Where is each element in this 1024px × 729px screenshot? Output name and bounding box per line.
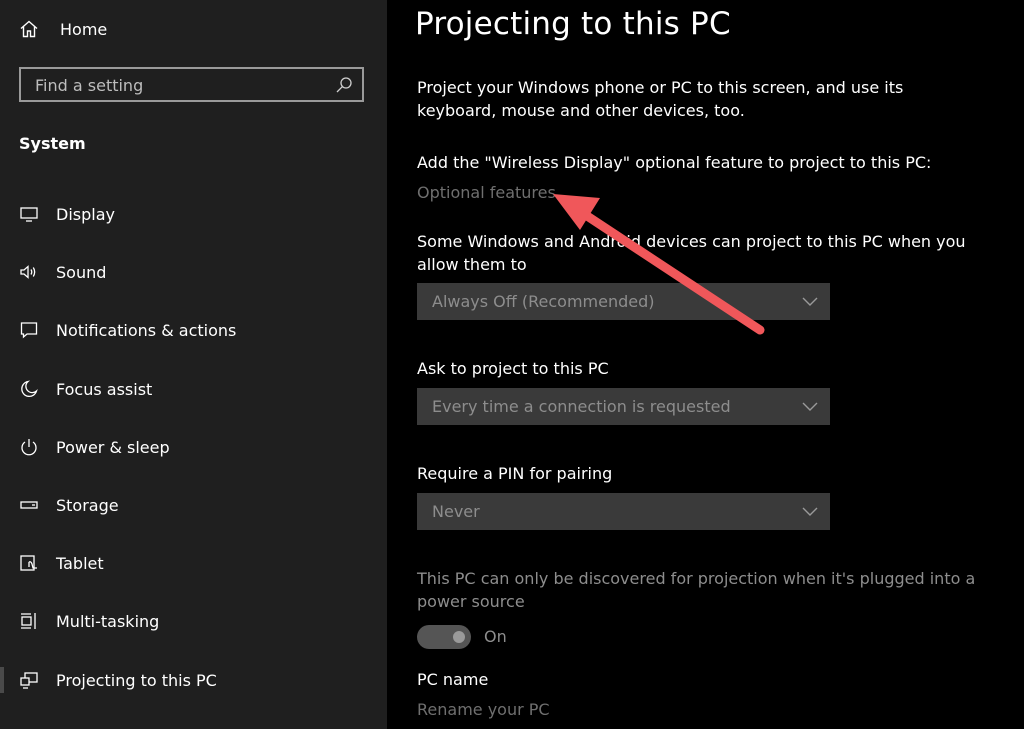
- sidebar-item-sound[interactable]: Sound: [0, 250, 387, 294]
- toggle-knob: [453, 631, 465, 643]
- sidebar-item-tablet[interactable]: Tablet: [0, 541, 387, 585]
- optional-features-link[interactable]: Optional features: [417, 183, 556, 202]
- monitor-icon: [18, 203, 40, 225]
- sidebar-item-label: Notifications & actions: [56, 320, 237, 340]
- sidebar-item-storage[interactable]: Storage: [0, 483, 387, 527]
- feature-prompt-text: Add the "Wireless Display" optional feat…: [417, 153, 932, 172]
- pc-name-label: PC name: [417, 670, 489, 689]
- home-nav-item[interactable]: Home: [18, 14, 107, 44]
- dropdown-value: Always Off (Recommended): [432, 292, 655, 311]
- rename-pc-link[interactable]: Rename your PC: [417, 700, 550, 719]
- search-input[interactable]: [33, 69, 327, 102]
- sidebar-item-notifications[interactable]: Notifications & actions: [0, 308, 387, 352]
- sidebar-item-label: Focus assist: [56, 379, 153, 399]
- power-source-toggle[interactable]: [417, 625, 471, 649]
- sidebar-item-label: Storage: [56, 495, 119, 515]
- sidebar-item-label: Projecting to this PC: [56, 670, 217, 690]
- notification-icon: [18, 319, 40, 341]
- sidebar-item-label: Tablet: [56, 553, 104, 573]
- pin-label: Require a PIN for pairing: [417, 464, 613, 483]
- allow-projection-dropdown[interactable]: Always Off (Recommended): [417, 283, 830, 320]
- storage-icon: [18, 494, 40, 516]
- sidebar-item-label: Multi-tasking: [56, 611, 160, 631]
- power-icon: [18, 436, 40, 458]
- selection-indicator: [0, 667, 4, 693]
- sidebar-item-multitasking[interactable]: Multi-tasking: [0, 599, 387, 643]
- multitasking-icon: [18, 610, 40, 632]
- chevron-down-icon: [800, 291, 820, 311]
- search-box[interactable]: [19, 67, 364, 102]
- chevron-down-icon: [800, 396, 820, 416]
- sidebar-item-label: Power & sleep: [56, 437, 170, 457]
- section-title: System: [19, 134, 86, 153]
- power-source-text: This PC can only be discovered for proje…: [417, 569, 976, 611]
- intro-text: Project your Windows phone or PC to this…: [417, 78, 904, 120]
- sidebar-item-power-sleep[interactable]: Power & sleep: [0, 425, 387, 469]
- sidebar-item-projecting[interactable]: Projecting to this PC: [0, 658, 387, 702]
- dropdown-value: Never: [432, 502, 480, 521]
- tablet-icon: [18, 552, 40, 574]
- toggle-state-label: On: [484, 627, 507, 646]
- ask-projection-dropdown[interactable]: Every time a connection is requested: [417, 388, 830, 425]
- sidebar-item-label: Display: [56, 204, 115, 224]
- allow-text: Some Windows and Android devices can pro…: [417, 232, 966, 274]
- sidebar-item-focus-assist[interactable]: Focus assist: [0, 367, 387, 411]
- moon-icon: [18, 378, 40, 400]
- sidebar-item-display[interactable]: Display: [0, 192, 387, 236]
- chevron-down-icon: [800, 501, 820, 521]
- home-label: Home: [60, 19, 108, 39]
- page-title: Projecting to this PC: [415, 6, 731, 42]
- dropdown-value: Every time a connection is requested: [432, 397, 731, 416]
- sidebar: Home System Display Sound Notifications …: [0, 0, 387, 729]
- speaker-icon: [18, 261, 40, 283]
- ask-label: Ask to project to this PC: [417, 359, 609, 378]
- main-content: Projecting to this PC Project your Windo…: [387, 0, 1024, 729]
- projecting-icon: [18, 669, 40, 691]
- search-icon[interactable]: [334, 75, 354, 95]
- sidebar-item-label: Sound: [56, 262, 107, 282]
- home-icon: [18, 18, 40, 40]
- pin-dropdown[interactable]: Never: [417, 493, 830, 530]
